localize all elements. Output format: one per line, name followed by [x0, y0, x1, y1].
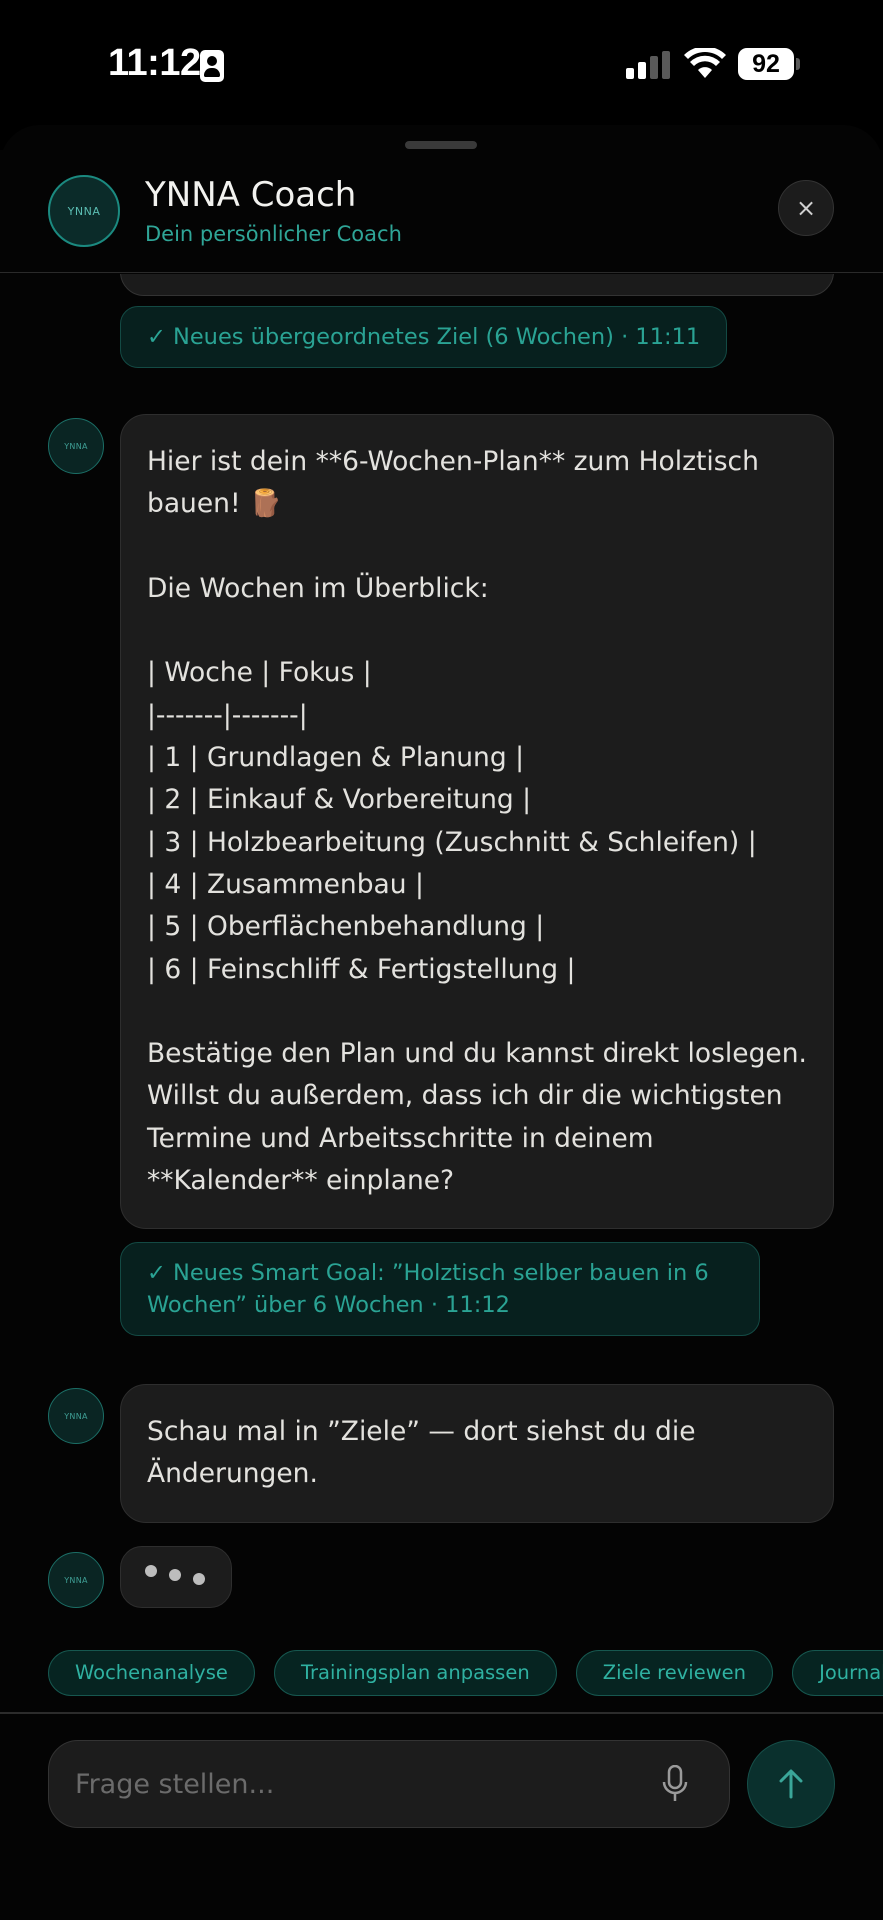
- chip-ziele-reviewen[interactable]: Ziele reviewen: [575, 1650, 774, 1696]
- chat-messages[interactable]: ✓ Neues übergeordnetes Ziel (6 Wochen) ·…: [0, 274, 883, 1634]
- chat-header: YNNA YNNA Coach Dein persönlicher Coach …: [0, 150, 883, 273]
- battery-indicator: 92: [738, 48, 794, 80]
- coach-title: YNNA Coach: [145, 175, 357, 215]
- send-button[interactable]: [747, 1740, 835, 1828]
- arrow-up-icon: [779, 1769, 803, 1799]
- bot-avatar-text: YNNA: [64, 1411, 88, 1421]
- coach-avatar-text: YNNA: [67, 204, 101, 218]
- goal-notice: ✓ Neues übergeordnetes Ziel (6 Wochen) ·…: [120, 306, 728, 368]
- microphone-icon[interactable]: [661, 1765, 689, 1803]
- coach-subtitle: Dein persönlicher Coach: [145, 222, 402, 246]
- wifi-icon: [684, 48, 726, 78]
- chip-wochenanalyse[interactable]: Wochenanalyse: [48, 1650, 255, 1696]
- battery-level: 92: [752, 49, 780, 78]
- typing-dot: [193, 1573, 205, 1585]
- battery-tip: [796, 58, 800, 70]
- bot-message-plan: Hier ist dein **6-Wochen-Plan** zum Holz…: [120, 414, 834, 1230]
- typing-dot: [145, 1565, 157, 1577]
- divider: [0, 1712, 883, 1714]
- quick-reply-chips: Wochenanalyse Trainingsplan anpassen Zie…: [48, 1650, 883, 1696]
- chip-journal[interactable]: Journal a: [792, 1650, 883, 1696]
- bot-avatar: YNNA: [48, 1552, 104, 1608]
- bot-avatar-text: YNNA: [64, 441, 88, 451]
- previous-message-bubble: [120, 274, 834, 296]
- typing-indicator: [120, 1546, 232, 1608]
- chip-trainingsplan-anpassen[interactable]: Trainingsplan anpassen: [273, 1650, 557, 1696]
- bot-avatar: YNNA: [48, 418, 104, 474]
- message-input[interactable]: [49, 1741, 649, 1827]
- bot-avatar-text: YNNA: [64, 1575, 88, 1585]
- status-bar: 11:12 92: [0, 0, 883, 125]
- message-input-container: [48, 1740, 730, 1828]
- status-time: 11:12: [108, 42, 201, 84]
- close-button[interactable]: ×: [778, 180, 834, 236]
- bot-avatar: YNNA: [48, 1388, 104, 1444]
- typing-dot: [169, 1569, 181, 1581]
- cellular-signal-icon: [626, 51, 670, 79]
- close-icon: ×: [795, 194, 817, 222]
- smart-goal-notice: ✓ Neues Smart Goal: ”Holztisch selber ba…: [120, 1242, 760, 1336]
- sheet-grabber[interactable]: [405, 141, 477, 149]
- coach-avatar: YNNA: [48, 175, 120, 247]
- bot-message-goals-hint: Schau mal in ”Ziele” — dort siehst du di…: [120, 1384, 834, 1523]
- contact-card-icon: [200, 50, 224, 82]
